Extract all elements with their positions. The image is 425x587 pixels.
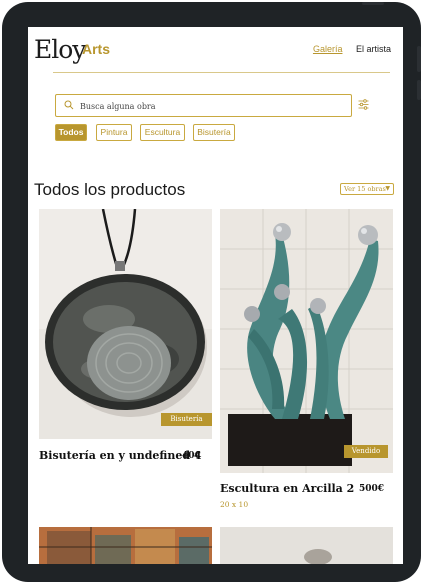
product-card[interactable]: Vendido Escultura en Arcilla 2 500€ 20 x… [220,209,393,519]
product-dimensions: 20 x 10 [220,500,249,509]
main-nav: Galería El artista [302,44,391,54]
product-image [220,527,393,564]
product-card[interactable]: Bisutería Bisutería en y undefined 4 40€ [39,209,212,462]
chip-pintura[interactable]: Pintura [96,124,132,141]
items-per-page-value: Ver 15 obras [344,185,386,193]
product-price: 40€ [182,451,201,461]
product-image [39,209,212,439]
filter-sliders-icon[interactable] [358,99,369,110]
volume-down-button [417,80,421,100]
logo-main-text: Eloy [34,35,86,64]
logo-sub-text: Arts [82,41,111,57]
product-image [220,209,393,473]
painting-photo [39,527,212,564]
pendant-photo [39,209,212,439]
tablet-frame: Eloy Arts Galería El artista Busca algun… [2,2,421,582]
search-box [55,94,352,117]
category-badge: Bisutería [161,413,212,426]
logo[interactable]: Eloy Arts [34,35,110,64]
search-input[interactable] [80,98,340,114]
product-photo [220,527,393,564]
header-divider [53,72,390,73]
chip-bisuteria[interactable]: Bisutería [193,124,235,141]
site-header: Eloy Arts Galería El artista [28,27,403,73]
product-name: Bisutería en y undefined 4 [39,449,202,462]
volume-up-button [417,46,421,72]
chip-escultura[interactable]: Escultura [140,124,185,141]
power-button [362,2,384,5]
product-price: 500€ [359,484,385,494]
search-icon [64,100,74,110]
product-name: Escultura en Arcilla 2 [220,482,355,495]
product-card[interactable] [39,527,212,564]
chip-todos[interactable]: Todos [55,124,87,141]
nav-link-galeria[interactable]: Galería [313,44,343,54]
items-per-page-select[interactable]: Ver 15 obras ▼ [340,183,394,195]
sculpture-photo [220,209,393,473]
section-title: Todos los productos [34,180,186,199]
product-image [39,527,212,564]
chevron-down-icon: ▼ [385,185,390,192]
screen: Eloy Arts Galería El artista Busca algun… [28,27,403,564]
product-card[interactable] [220,527,393,564]
nav-link-el-artista[interactable]: El artista [356,44,391,54]
status-badge: Vendido [344,445,388,458]
